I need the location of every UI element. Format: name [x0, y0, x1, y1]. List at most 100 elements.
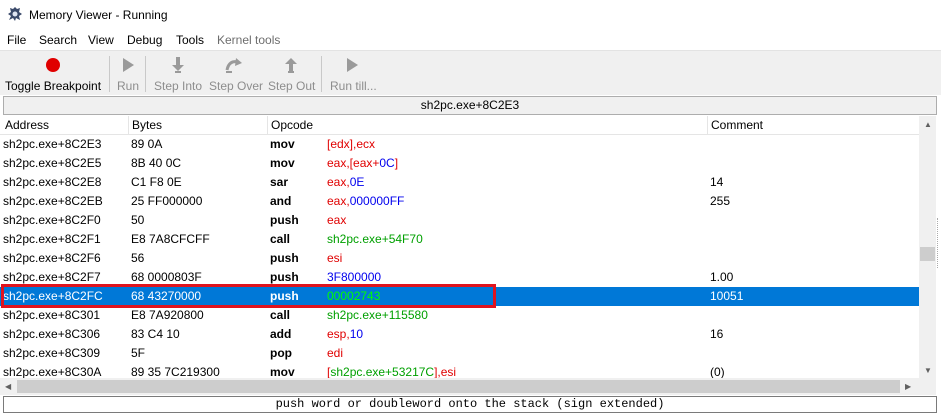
instruction-description: push word or doubleword onto the stack (…	[3, 396, 937, 413]
play-icon	[347, 58, 358, 72]
step-over-button[interactable]: Step Over	[207, 51, 263, 96]
toolbar-separator	[321, 56, 322, 92]
instruction-row[interactable]: sh2pc.exe+8C2E5 8B 40 0C mov eax,[eax+0C]	[0, 154, 919, 173]
row-address: sh2pc.exe+8C2F1	[3, 232, 101, 246]
instruction-row[interactable]: sh2pc.exe+8C2F6 56 push esi	[0, 249, 919, 268]
row-mnemonic: mov	[270, 365, 295, 378]
header-address[interactable]: Address	[5, 118, 49, 132]
operand-token: eax,	[327, 194, 350, 208]
instruction-row[interactable]: sh2pc.exe+8C2EB 25 FF000000 and eax,000000F…	[0, 192, 919, 211]
row-bytes: 25 FF000000	[131, 194, 203, 208]
header-bytes[interactable]: Bytes	[132, 118, 162, 132]
header-divider[interactable]	[707, 116, 708, 135]
operand-token: sh2pc.exe+54F70	[327, 232, 423, 246]
row-operands: esp,10	[327, 325, 363, 344]
run-button[interactable]: Run	[114, 51, 142, 96]
menu-debug[interactable]: Debug	[127, 33, 162, 47]
menu-kernel-tools[interactable]: Kernel tools	[217, 33, 280, 47]
instruction-row[interactable]: sh2pc.exe+8C2F1 E8 7A8CFCFF call sh2pc.exe+…	[0, 230, 919, 249]
row-address: sh2pc.exe+8C2E5	[3, 156, 102, 170]
header-divider[interactable]	[267, 116, 268, 135]
step-out-label: Step Out	[268, 79, 316, 93]
instruction-row[interactable]: sh2pc.exe+8C306 83 C4 10 add esp,10 16	[0, 325, 919, 344]
step-into-icon	[172, 57, 184, 73]
menu-tools[interactable]: Tools	[176, 33, 204, 47]
row-operands: edi	[327, 344, 343, 363]
toggle-breakpoint-label: Toggle Breakpoint	[5, 79, 102, 93]
instruction-row[interactable]: sh2pc.exe+8C301 E8 7A920800 call sh2pc.exe+…	[0, 306, 919, 325]
toggle-breakpoint-button[interactable]: Toggle Breakpoint	[3, 51, 103, 96]
scroll-up-icon[interactable]: ▲	[924, 120, 932, 129]
instruction-row[interactable]: sh2pc.exe+8C2E8 C1 F8 0E sar eax,0E 14	[0, 173, 919, 192]
header-opcode[interactable]: Opcode	[271, 118, 313, 132]
operand-token: 3F800000	[327, 270, 382, 284]
menu-search[interactable]: Search	[39, 33, 77, 47]
row-bytes: E8 7A920800	[131, 308, 204, 322]
horizontal-scrollbar[interactable]: ◀ ▶	[0, 378, 919, 395]
highlight-annotation-box	[1, 284, 496, 308]
scroll-left-icon[interactable]: ◀	[5, 382, 11, 391]
instruction-row[interactable]: sh2pc.exe+8C2F0 50 push eax	[0, 211, 919, 230]
row-comment: 255	[710, 194, 731, 208]
row-mnemonic: and	[270, 194, 292, 208]
scroll-right-icon[interactable]: ▶	[905, 382, 911, 391]
menu-file[interactable]: File	[7, 33, 26, 47]
scrollbar-corner	[919, 378, 936, 395]
instruction-row[interactable]: sh2pc.exe+8C2E3 89 0A mov [edx],ecx	[0, 135, 919, 154]
row-operands: [sh2pc.exe+53217C],esi	[327, 363, 456, 378]
step-into-button[interactable]: Step Into	[151, 51, 205, 96]
row-operands: sh2pc.exe+115580	[327, 306, 428, 325]
operand-token: 000000FF	[349, 194, 405, 208]
operand-token: eax,	[327, 175, 350, 189]
row-bytes: 8B 40 0C	[131, 156, 182, 170]
operand-token: eax,[eax+	[327, 156, 380, 170]
menu-bar: File Search View Debug Tools Kernel tool…	[0, 30, 941, 50]
row-address: sh2pc.exe+8C2E8	[3, 175, 102, 189]
current-address-bar[interactable]: sh2pc.exe+8C2E3	[3, 96, 937, 115]
debug-toolbar: Toggle Breakpoint Run Step Into Step Ove…	[0, 50, 941, 95]
row-address: sh2pc.exe+8C2F0	[3, 213, 101, 227]
row-bytes: 89 35 7C219300	[131, 365, 220, 378]
row-mnemonic: push	[270, 213, 299, 227]
row-mnemonic: call	[270, 308, 291, 322]
step-into-label: Step Into	[154, 79, 203, 93]
header-divider[interactable]	[128, 116, 129, 135]
row-address: sh2pc.exe+8C309	[3, 346, 101, 360]
step-out-button[interactable]: Step Out	[266, 51, 316, 96]
row-mnemonic: mov	[270, 156, 295, 170]
run-till-label: Run till...	[330, 79, 377, 93]
row-address: sh2pc.exe+8C301	[3, 308, 101, 322]
horizontal-scroll-thumb[interactable]	[17, 380, 900, 393]
column-header: Address Bytes Opcode Comment	[0, 116, 919, 135]
header-comment[interactable]: Comment	[711, 118, 763, 132]
row-mnemonic: push	[270, 251, 299, 265]
instruction-row[interactable]: sh2pc.exe+8C309 5F pop edi	[0, 344, 919, 363]
menu-view[interactable]: View	[88, 33, 114, 47]
row-bytes: E8 7A8CFCFF	[131, 232, 210, 246]
step-over-label: Step Over	[209, 79, 264, 93]
splitter-grip[interactable]	[937, 218, 941, 268]
instruction-row[interactable]: sh2pc.exe+8C30A 89 35 7C219300 mov [sh2pc.e…	[0, 363, 919, 378]
title-bar: Memory Viewer - Running	[0, 0, 941, 30]
row-bytes: 5F	[131, 346, 146, 360]
vertical-scroll-thumb[interactable]	[920, 247, 935, 261]
disassembler-view[interactable]: Address Bytes Opcode Comment sh2pc.exe+8…	[0, 116, 919, 378]
vertical-scrollbar[interactable]: ▲ ▼	[919, 116, 936, 378]
row-mnemonic: mov	[270, 137, 295, 151]
row-address: sh2pc.exe+8C30A	[3, 365, 102, 378]
row-comment: 1.00	[710, 270, 734, 284]
operand-token: sh2pc.exe+53217C	[330, 365, 435, 378]
operand-token: [edx],ecx	[327, 137, 376, 151]
row-operands: esi	[327, 249, 342, 268]
row-comment: 10051	[710, 289, 744, 303]
run-till-button[interactable]: Run till...	[327, 51, 381, 96]
row-bytes: 89 0A	[131, 137, 163, 151]
operand-token: esp,	[327, 327, 350, 341]
row-operands: eax,000000FF	[327, 192, 404, 211]
operand-token: sh2pc.exe+115580	[327, 308, 428, 322]
scroll-down-icon[interactable]: ▼	[924, 366, 932, 375]
row-comment: (0)	[710, 365, 725, 378]
row-comment: 16	[710, 327, 724, 341]
operand-token: esi	[327, 251, 343, 265]
operand-token: 10	[349, 327, 364, 341]
